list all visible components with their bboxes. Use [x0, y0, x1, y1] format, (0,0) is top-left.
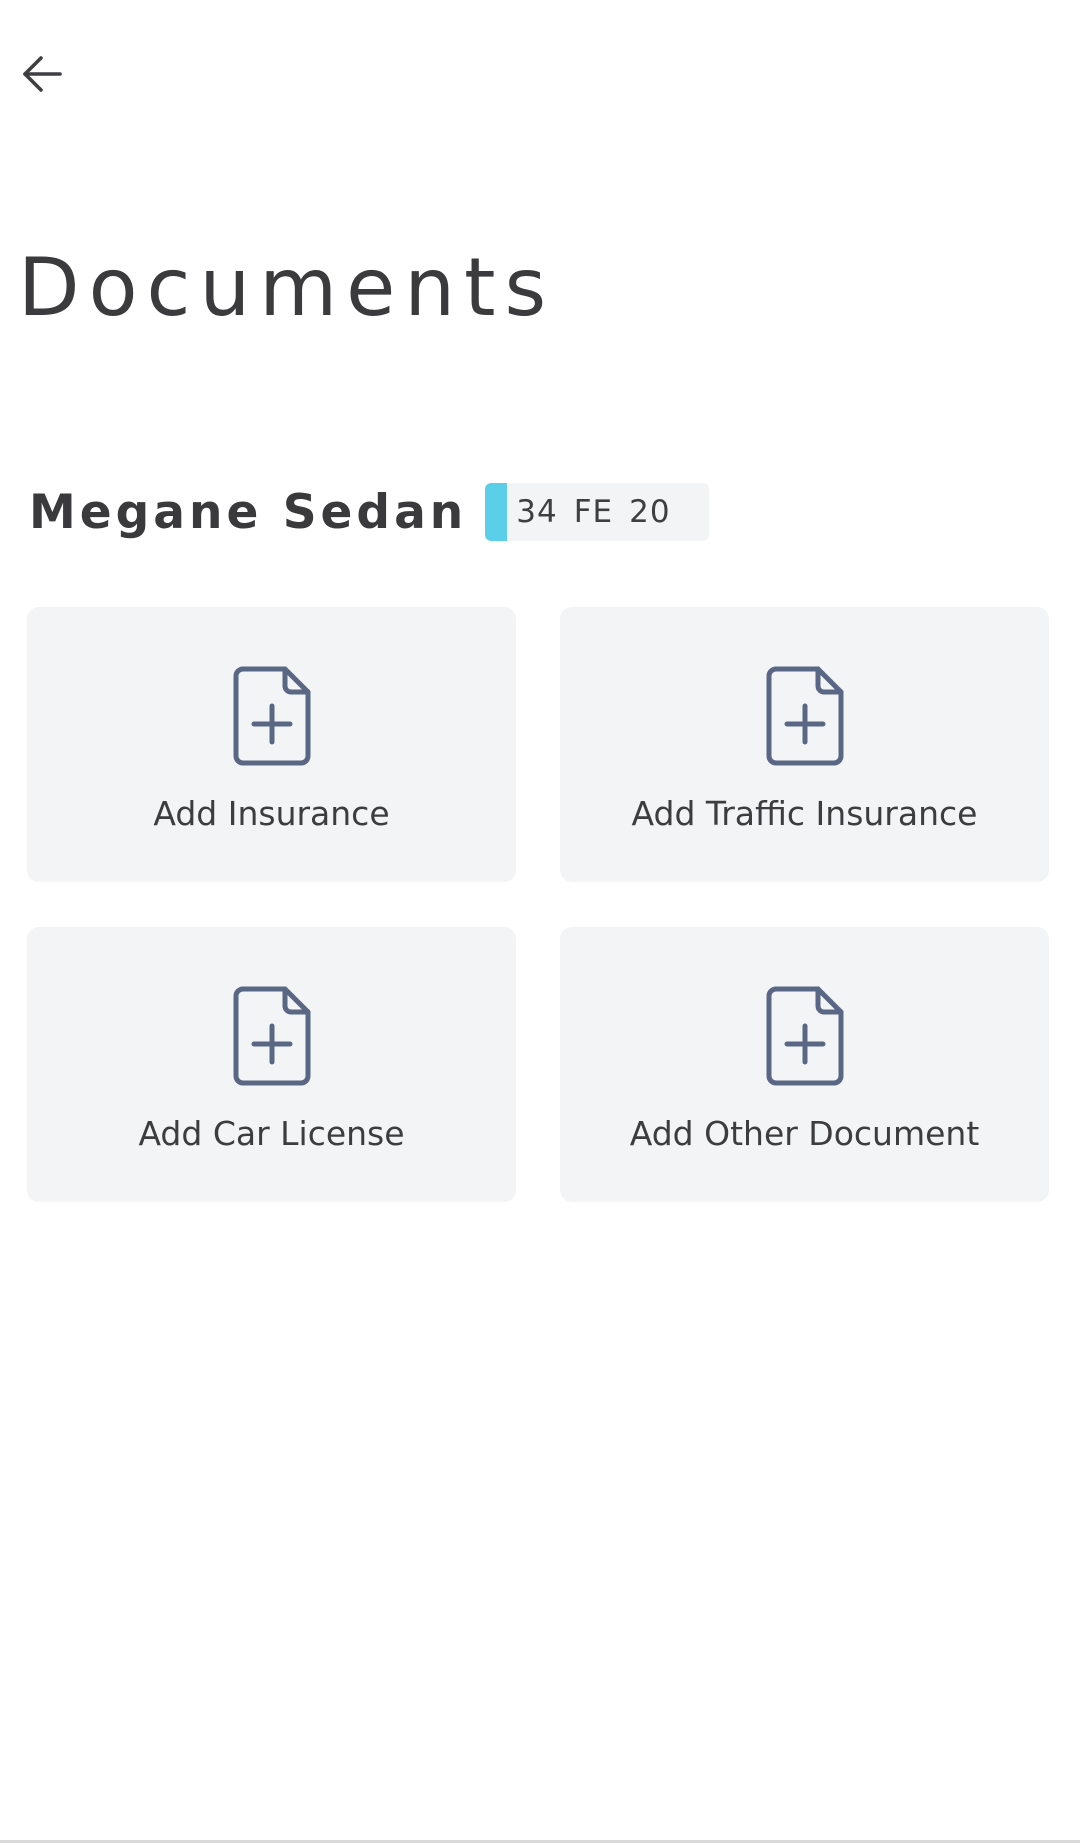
card-label: Add Other Document	[629, 1114, 980, 1153]
file-plus-icon	[233, 986, 310, 1086]
document-cards: Add Insurance Add Traffic Insurance Add …	[27, 607, 1049, 1202]
vehicle-name: Megane Sedan	[29, 484, 468, 540]
license-plate: 34 FE 20	[485, 483, 710, 541]
plate-part-digits: 20	[629, 494, 671, 530]
card-label: Add Insurance	[153, 794, 390, 833]
file-plus-icon	[233, 666, 310, 766]
vehicle-header: Megane Sedan 34 FE 20	[29, 481, 710, 543]
plate-number: 34 FE 20	[516, 494, 670, 530]
page-title: Documents	[18, 241, 556, 334]
plate-part-letters: FE	[573, 494, 614, 530]
file-plus-icon	[766, 666, 843, 766]
card-label: Add Car License	[138, 1114, 405, 1153]
arrow-left-icon	[23, 56, 62, 92]
back-button[interactable]	[12, 44, 72, 104]
file-plus-icon	[766, 986, 843, 1086]
card-label: Add Traffic Insurance	[631, 794, 978, 833]
add-traffic-insurance-card[interactable]: Add Traffic Insurance	[560, 607, 1049, 882]
add-car-license-card[interactable]: Add Car License	[27, 927, 516, 1202]
add-insurance-card[interactable]: Add Insurance	[27, 607, 516, 882]
add-other-document-card[interactable]: Add Other Document	[560, 927, 1049, 1202]
plate-part-city: 34	[516, 494, 558, 530]
plate-stripe	[485, 483, 508, 541]
